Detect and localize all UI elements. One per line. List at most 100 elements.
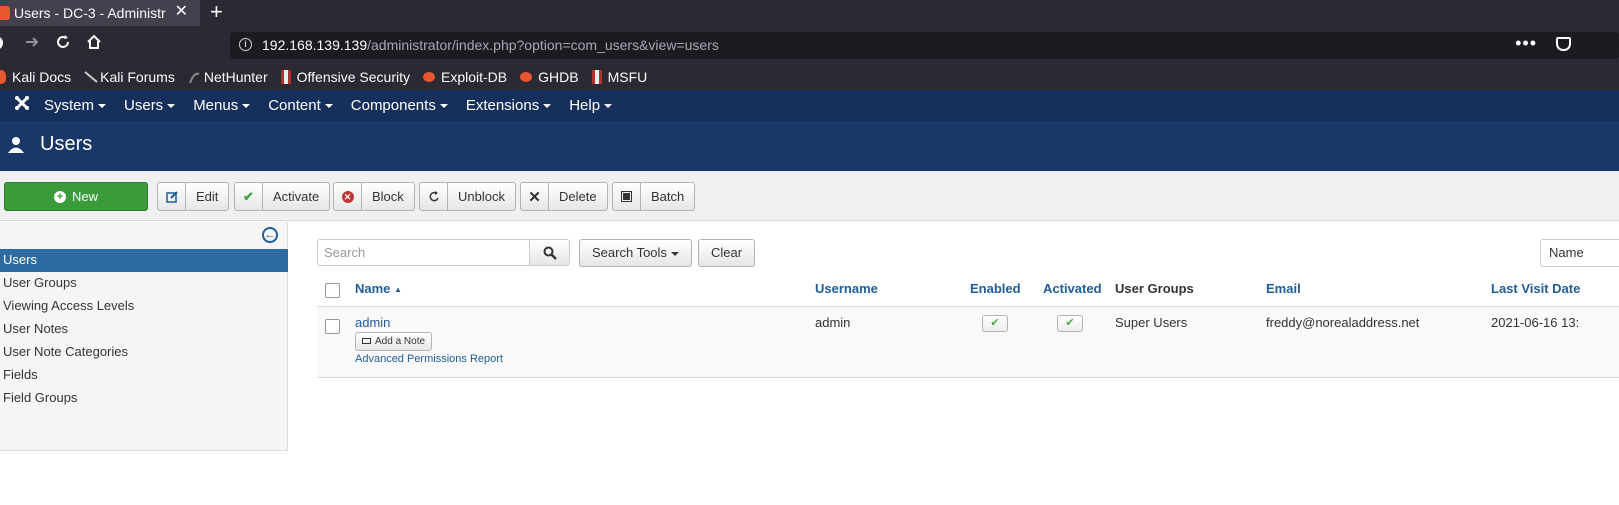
bookmark-label: Exploit-DB — [441, 68, 508, 85]
bookmark-label: GHDB — [538, 68, 579, 85]
ghdb-icon — [520, 71, 533, 82]
caret-down-icon — [98, 104, 107, 109]
joomla-logo-icon[interactable] — [0, 95, 44, 116]
browser-tab-strip: Users - DC-3 - Administr ✕ + — [0, 0, 1619, 26]
caret-down-icon — [543, 104, 552, 109]
reload-icon[interactable] — [55, 34, 71, 55]
kali-docs-icon — [0, 69, 6, 84]
edit-button[interactable]: Edit — [157, 182, 230, 211]
activate-label: Activate — [273, 189, 320, 204]
edit-icon — [158, 183, 186, 210]
username-cell: admin — [815, 315, 851, 330]
sidebar-item-fields[interactable]: Fields — [0, 364, 288, 387]
page-title: Users — [40, 133, 93, 155]
browser-navigation-bar: i 192.168.139.139/administrator/index.ph… — [0, 26, 1619, 63]
home-icon[interactable] — [86, 34, 102, 55]
column-header-enabled[interactable]: Enabled — [970, 281, 1021, 296]
menu-label: Extensions — [465, 97, 540, 114]
sidebar-item-user-note-categories[interactable]: User Note Categories — [0, 341, 288, 364]
table-row — [317, 307, 1619, 377]
bookmark-ghdb[interactable]: GHDB — [520, 68, 579, 85]
select-all-checkbox[interactable] — [325, 283, 340, 298]
ordering-select[interactable]: Name — [1540, 239, 1619, 267]
caret-down-icon — [604, 104, 613, 109]
activate-button[interactable]: ✔ Activate — [234, 182, 331, 211]
menu-content[interactable]: Content — [268, 97, 333, 114]
unblock-icon — [420, 183, 448, 210]
admin-menu-bar: System Users Menus Content Components Ex… — [0, 90, 1619, 121]
column-header-username[interactable]: Username — [815, 281, 878, 296]
column-header-last-visit[interactable]: Last Visit Date — [1491, 281, 1580, 296]
batch-icon — [613, 183, 641, 210]
menu-system[interactable]: System — [44, 97, 107, 114]
page-actions-icon[interactable]: ••• — [1515, 33, 1537, 54]
search-button[interactable] — [529, 239, 570, 266]
block-button[interactable]: ✕ Block — [333, 182, 415, 211]
bookmark-kali-forums[interactable]: Kali Forums — [84, 69, 175, 85]
bookmark-label: MSFU — [607, 68, 648, 85]
clear-button[interactable]: Clear — [698, 239, 756, 267]
row-checkbox[interactable] — [325, 319, 340, 334]
new-button[interactable]: + New — [4, 182, 148, 211]
column-header-user-groups: User Groups — [1115, 281, 1194, 296]
bookmark-offensive-security[interactable]: Offensive Security — [280, 68, 410, 85]
tab-title: Users - DC-3 - Administr — [14, 5, 166, 21]
bookmark-label: Offensive Security — [296, 68, 410, 85]
url-text[interactable]: 192.168.139.139/administrator/index.php?… — [262, 37, 719, 53]
back-button[interactable] — [0, 34, 8, 57]
search-input[interactable] — [317, 239, 530, 266]
pocket-icon[interactable] — [1556, 37, 1571, 51]
bookmark-exploit-db[interactable]: Exploit-DB — [423, 69, 507, 85]
email-cell: freddy@norealaddress.net — [1266, 315, 1420, 330]
search-tools-button[interactable]: Search Tools — [579, 239, 692, 267]
menu-users[interactable]: Users — [124, 97, 176, 114]
close-tab-icon[interactable]: ✕ — [175, 4, 188, 20]
sidebar-toggle-icon[interactable]: ← — [262, 227, 278, 243]
delete-button[interactable]: ✕ Delete — [520, 182, 608, 211]
check-icon: ✔ — [235, 183, 263, 210]
activated-check-icon[interactable]: ✔ — [1057, 315, 1083, 332]
menu-menus[interactable]: Menus — [193, 97, 251, 114]
caret-down-icon — [324, 104, 333, 109]
enabled-check-icon[interactable]: ✔ — [982, 315, 1008, 332]
search-tools-label: Search Tools — [592, 245, 667, 260]
unblock-label: Unblock — [458, 189, 505, 204]
plus-circle-icon: + — [53, 190, 66, 203]
joomla-favicon-icon — [0, 6, 10, 20]
sidebar-item-viewing-access-levels[interactable]: Viewing Access Levels — [0, 295, 288, 318]
menu-extensions[interactable]: Extensions — [465, 97, 552, 114]
new-tab-button[interactable]: + — [210, 1, 223, 23]
kali-dragon-icon — [84, 70, 98, 84]
site-info-icon[interactable]: i — [239, 38, 252, 51]
bookmark-kali-docs[interactable]: Kali Docs — [0, 69, 71, 85]
batch-button[interactable]: Batch — [612, 182, 696, 211]
browser-tab[interactable]: Users - DC-3 - Administr ✕ — [0, 0, 200, 26]
sidebar: ← Users User Groups Viewing Access Level… — [0, 222, 288, 451]
sidebar-item-user-notes[interactable]: User Notes — [0, 318, 288, 341]
caret-down-icon — [167, 104, 176, 109]
forward-button[interactable] — [24, 34, 40, 55]
caret-down-icon — [242, 104, 251, 109]
advanced-permissions-link[interactable]: Advanced Permissions Report — [355, 353, 503, 365]
menu-label: System — [44, 97, 95, 114]
bookmark-nethunter[interactable]: NetHunter — [188, 69, 268, 85]
add-note-button[interactable]: Add a Note — [355, 332, 433, 351]
bookmarks-toolbar: Kali Docs Kali Forums NetHunter Offensiv… — [0, 63, 1619, 90]
menu-label: Components — [350, 97, 436, 114]
menu-components[interactable]: Components — [351, 97, 448, 114]
menu-help[interactable]: Help — [569, 97, 613, 114]
nethunter-icon — [188, 70, 200, 84]
column-header-email[interactable]: Email — [1266, 281, 1301, 296]
column-header-name[interactable]: Name ▲ — [355, 281, 402, 296]
column-header-activated[interactable]: Activated — [1043, 281, 1102, 296]
note-icon — [362, 338, 371, 345]
sidebar-item-user-groups[interactable]: User Groups — [0, 272, 288, 295]
users-icon — [6, 136, 26, 159]
sidebar-item-field-groups[interactable]: Field Groups — [0, 387, 288, 410]
unblock-button[interactable]: Unblock — [419, 182, 516, 211]
sort-ascending-icon: ▲ — [394, 285, 402, 295]
user-name-link[interactable]: admin — [355, 315, 390, 330]
bookmark-msfu[interactable]: MSFU — [591, 68, 648, 85]
url-bar[interactable]: i 192.168.139.139/administrator/index.ph… — [230, 32, 1619, 59]
sidebar-item-users[interactable]: Users — [0, 249, 288, 272]
